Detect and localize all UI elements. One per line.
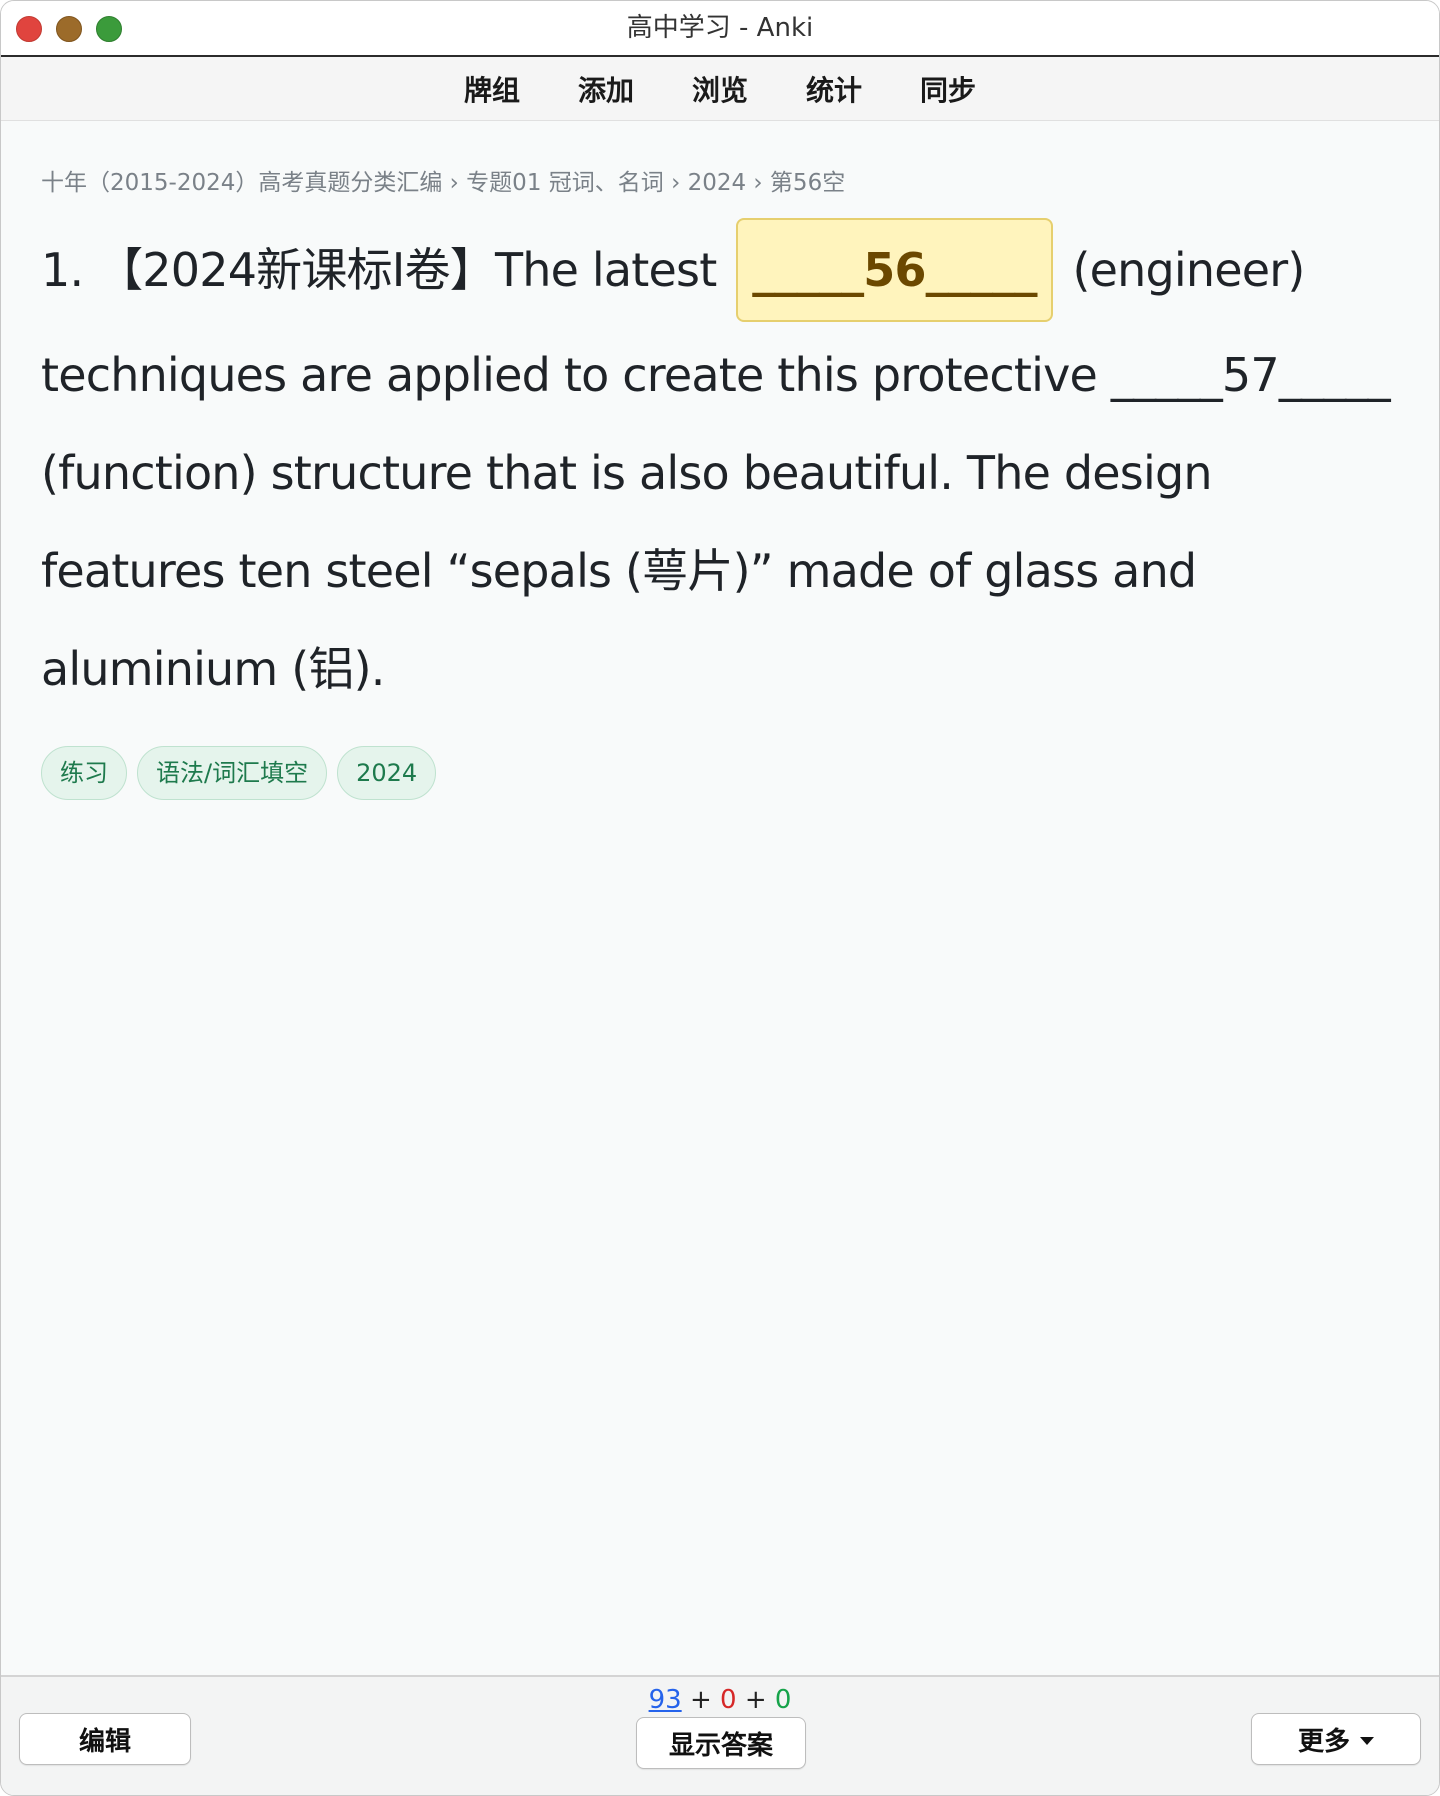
menu-browse[interactable]: 浏览 [692,69,748,109]
breadcrumb: 十年（2015-2024）高考真题分类汇编 › 专题01 冠词、名词 › 202… [41,170,846,196]
anki-window: 高中学习 - Anki 牌组 添加 浏览 统计 同步 十年（2015-2024）… [0,0,1440,1796]
tag-list: 练习 语法/词汇填空 2024 [41,745,1401,800]
show-answer-button[interactable]: 显示答案 [636,1717,806,1769]
show-answer-label: 显示答案 [668,1730,773,1761]
edit-button-label: 编辑 [78,1726,131,1757]
cloze-57: _____57_____ [1110,347,1391,402]
more-button[interactable]: 更多 [1251,1713,1421,1765]
tag-2024[interactable]: 2024 [337,745,437,800]
plus-separator: + [689,1685,712,1715]
menu-sync[interactable]: 同步 [920,69,976,109]
due-counts: 93 + 0 + 0 [1,1685,1439,1715]
more-button-label: 更多 [1297,1726,1350,1757]
menu-add[interactable]: 添加 [578,69,634,109]
tag-grammar-vocab-fill[interactable]: 语法/词汇填空 [137,745,328,800]
window-title: 高中学习 - Anki [626,13,814,43]
edit-button[interactable]: 编辑 [19,1713,191,1765]
menu-decks[interactable]: 牌组 [464,69,520,109]
top-menu: 牌组 添加 浏览 统计 同步 [1,57,1439,121]
question-text: 1. 【2024新课标Ⅰ卷】The latest _____56_____ (e… [41,217,1401,718]
question-text-after-57: (function) structure that is also beauti… [41,445,1213,696]
tag-practice[interactable]: 练习 [41,745,127,800]
review-count: 0 [774,1685,792,1715]
active-cloze-56: _____56_____ [736,217,1053,322]
dropdown-caret-icon [1360,1737,1374,1745]
new-count[interactable]: 93 [649,1685,682,1715]
title-bar: 高中学习 - Anki [1,1,1439,57]
learn-count: 0 [720,1685,737,1715]
question-prefix: 1. 【2024新课标Ⅰ卷】The latest [41,243,717,297]
menu-stats[interactable]: 统计 [806,69,862,109]
plus-separator: + [744,1685,767,1715]
card-content: 十年（2015-2024）高考真题分类汇编 › 专题01 冠词、名词 › 202… [41,121,1401,800]
bottom-bar: 93 + 0 + 0 编辑 显示答案 更多 [1,1675,1439,1795]
